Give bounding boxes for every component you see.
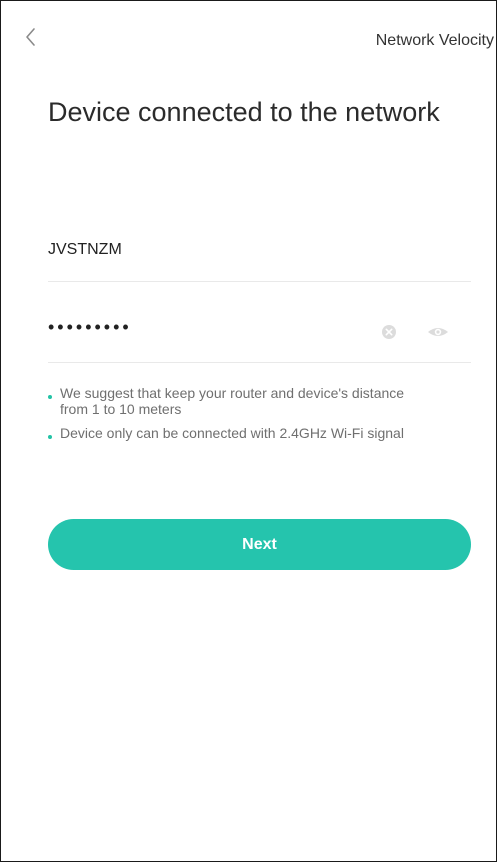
wifi-ssid-field[interactable]: JVSTNZM — [48, 229, 471, 282]
next-button[interactable]: Next — [48, 519, 471, 570]
page-title: Device connected to the network — [48, 97, 440, 127]
network-velocity-link[interactable]: Network Velocity — [376, 32, 494, 50]
chevron-left-icon — [26, 28, 35, 46]
eye-icon — [428, 328, 448, 336]
toggle-password-visibility-button[interactable] — [426, 323, 450, 341]
wifi-password-input[interactable]: ••••••••• — [48, 317, 132, 338]
connection-tips: We suggest that keep your router and dev… — [48, 385, 428, 449]
wifi-ssid-value[interactable]: JVSTNZM — [48, 241, 122, 259]
back-button[interactable] — [23, 25, 51, 57]
tip-text: We suggest that keep your router and dev… — [60, 385, 405, 417]
clear-circle-icon — [382, 325, 396, 339]
app-screen: Network Velocity Device connected to the… — [0, 0, 497, 862]
clear-password-button[interactable] — [380, 323, 398, 341]
tip-item: Device only can be connected with 2.4GHz… — [48, 425, 428, 441]
wifi-password-field[interactable]: ••••••••• — [48, 307, 471, 363]
tip-item: We suggest that keep your router and dev… — [48, 385, 428, 417]
bullet-dot-icon — [48, 435, 52, 439]
tip-text: Device only can be connected with 2.4GHz… — [60, 425, 404, 441]
top-nav-bar: Network Velocity — [1, 1, 496, 81]
bullet-dot-icon — [48, 395, 52, 399]
